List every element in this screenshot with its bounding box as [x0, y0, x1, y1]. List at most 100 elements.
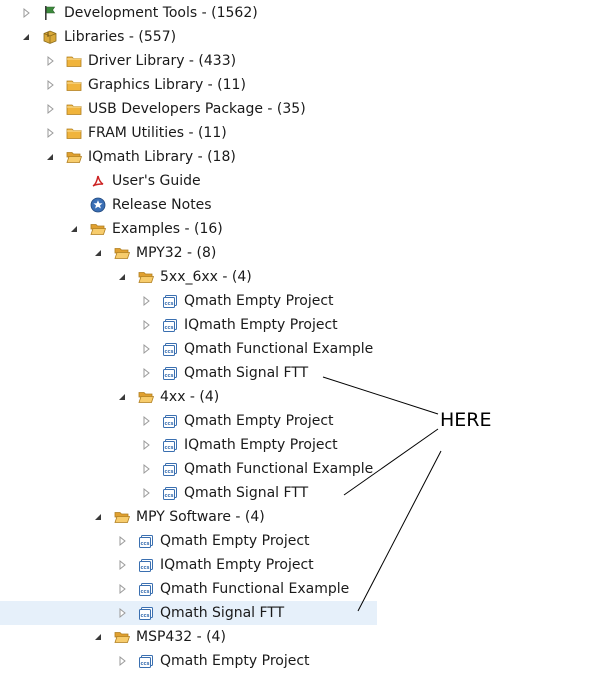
folder-icon — [66, 101, 82, 117]
tree-item-libraries-557[interactable]: Libraries - (557) — [0, 25, 600, 49]
expanded-arrow-icon[interactable] — [116, 271, 128, 283]
expanded-arrow-icon[interactable] — [20, 31, 32, 43]
collapsed-arrow-icon[interactable] — [116, 607, 128, 619]
tree-item-qmath-signal-ftt[interactable]: ccs Qmath Signal FTT — [0, 601, 377, 625]
tree-item-label: Qmath Signal FTT — [184, 485, 309, 501]
tree-item-label: 4xx - (4) — [160, 389, 220, 405]
package-icon — [42, 29, 58, 45]
tree-item-mpy-software-4[interactable]: MPY Software - (4) — [0, 505, 600, 529]
collapsed-arrow-icon[interactable] — [140, 439, 152, 451]
folder-open-icon — [138, 269, 154, 285]
tree-item-examples-16[interactable]: Examples - (16) — [0, 217, 600, 241]
tree-item-development-tools-1562[interactable]: Development Tools - (1562) — [0, 1, 600, 25]
collapsed-arrow-icon[interactable] — [116, 655, 128, 667]
collapsed-arrow-icon[interactable] — [44, 79, 56, 91]
tree-item-label: Driver Library - (433) — [88, 53, 237, 69]
folder-open-icon — [90, 221, 106, 237]
tree-item-iqmath-library-18[interactable]: IQmath Library - (18) — [0, 145, 600, 169]
folder-icon — [66, 53, 82, 69]
tree-item-qmath-empty-project[interactable]: ccs Qmath Empty Project — [0, 409, 600, 433]
tree-item-mpy32-8[interactable]: MPY32 - (8) — [0, 241, 600, 265]
folder-open-icon — [114, 509, 130, 525]
tree-item-qmath-signal-ftt[interactable]: ccs Qmath Signal FTT — [0, 481, 600, 505]
svg-text:ccs: ccs — [165, 445, 174, 451]
tree-item-4xx-4[interactable]: 4xx - (4) — [0, 385, 600, 409]
collapsed-arrow-icon[interactable] — [20, 7, 32, 19]
tree-item-fram-utilities-11[interactable]: FRAM Utilities - (11) — [0, 121, 600, 145]
collapsed-arrow-icon[interactable] — [140, 463, 152, 475]
folder-icon — [66, 125, 82, 141]
tree-item-label: FRAM Utilities - (11) — [88, 125, 227, 141]
svg-text:ccs: ccs — [141, 589, 150, 595]
tree-item-qmath-empty-project[interactable]: ccs Qmath Empty Project — [0, 289, 600, 313]
tree-item-label: MPY32 - (8) — [136, 245, 217, 261]
collapsed-arrow-icon[interactable] — [140, 415, 152, 427]
tree-item-qmath-empty-project[interactable]: ccs Qmath Empty Project — [0, 529, 600, 553]
expanded-arrow-icon[interactable] — [92, 247, 104, 259]
tree-item-label: Qmath Signal FTT — [160, 605, 285, 621]
ccs-project-icon: ccs — [138, 653, 154, 669]
tree-item-iqmath-empty-project[interactable]: ccs IQmath Empty Project — [0, 553, 600, 577]
tree-item-label: Qmath Empty Project — [184, 293, 334, 309]
svg-text:ccs: ccs — [165, 373, 174, 379]
collapsed-arrow-icon[interactable] — [140, 295, 152, 307]
tree-item-driver-library-433[interactable]: Driver Library - (433) — [0, 49, 600, 73]
tree-item-label: Development Tools - (1562) — [64, 5, 258, 21]
tree-item-iqmath-empty-project[interactable]: ccs IQmath Empty Project — [0, 313, 600, 337]
ccs-project-icon: ccs — [162, 437, 178, 453]
expanded-arrow-icon[interactable] — [92, 631, 104, 643]
tree-item-user-s-guide[interactable]: User's Guide — [0, 169, 600, 193]
svg-text:ccs: ccs — [141, 541, 150, 547]
collapsed-arrow-icon[interactable] — [140, 367, 152, 379]
svg-text:ccs: ccs — [141, 613, 150, 619]
collapsed-arrow-icon[interactable] — [140, 487, 152, 499]
tree-item-label: Qmath Empty Project — [160, 653, 310, 669]
tree-item-5xx-6xx-4[interactable]: 5xx_6xx - (4) — [0, 265, 600, 289]
collapsed-arrow-icon[interactable] — [116, 583, 128, 595]
collapsed-arrow-icon[interactable] — [140, 319, 152, 331]
collapsed-arrow-icon[interactable] — [44, 55, 56, 67]
svg-text:ccs: ccs — [165, 301, 174, 307]
tree-item-iqmath-empty-project[interactable]: ccs IQmath Empty Project — [0, 433, 600, 457]
collapsed-arrow-icon[interactable] — [44, 103, 56, 115]
ccs-project-icon: ccs — [138, 533, 154, 549]
tree-item-usb-developers-package-35[interactable]: USB Developers Package - (35) — [0, 97, 600, 121]
folder-icon — [66, 77, 82, 93]
ccs-project-icon: ccs — [162, 413, 178, 429]
ccs-project-icon: ccs — [162, 485, 178, 501]
tree-item-qmath-functional-example[interactable]: ccs Qmath Functional Example — [0, 337, 600, 361]
expanded-arrow-icon[interactable] — [92, 511, 104, 523]
tree-item-label: Examples - (16) — [112, 221, 223, 237]
tree-item-label: MSP432 - (4) — [136, 629, 226, 645]
svg-text:ccs: ccs — [141, 565, 150, 571]
collapsed-arrow-icon[interactable] — [116, 559, 128, 571]
tree-item-release-notes[interactable]: Release Notes — [0, 193, 600, 217]
expanded-arrow-icon[interactable] — [68, 223, 80, 235]
collapsed-arrow-icon[interactable] — [140, 343, 152, 355]
svg-text:ccs: ccs — [165, 421, 174, 427]
ccs-project-icon: ccs — [162, 341, 178, 357]
tree-item-qmath-signal-ftt[interactable]: ccs Qmath Signal FTT — [0, 361, 600, 385]
tree-item-label: Qmath Functional Example — [184, 341, 374, 357]
svg-text:ccs: ccs — [165, 325, 174, 331]
ccs-project-icon: ccs — [138, 581, 154, 597]
ccs-project-icon: ccs — [138, 557, 154, 573]
plugin-flag-icon — [42, 5, 58, 21]
tree-item-qmath-empty-project[interactable]: ccs Qmath Empty Project — [0, 649, 600, 673]
expanded-arrow-icon[interactable] — [116, 391, 128, 403]
tree-item-label: USB Developers Package - (35) — [88, 101, 306, 117]
tree-item-qmath-functional-example[interactable]: ccs Qmath Functional Example — [0, 577, 600, 601]
ccs-project-icon: ccs — [162, 461, 178, 477]
expanded-arrow-icon[interactable] — [44, 151, 56, 163]
folder-open-icon — [66, 149, 82, 165]
tree-item-graphics-library-11[interactable]: Graphics Library - (11) — [0, 73, 600, 97]
ccs-project-icon: ccs — [162, 293, 178, 309]
tree-item-label: Libraries - (557) — [64, 29, 177, 45]
tree-item-qmath-functional-example[interactable]: ccs Qmath Functional Example — [0, 457, 600, 481]
tree-item-msp432-4[interactable]: MSP432 - (4) — [0, 625, 600, 649]
ccs-project-icon: ccs — [162, 317, 178, 333]
ccs-project-icon: ccs — [162, 365, 178, 381]
tree-item-label: 5xx_6xx - (4) — [160, 269, 252, 285]
collapsed-arrow-icon[interactable] — [116, 535, 128, 547]
collapsed-arrow-icon[interactable] — [44, 127, 56, 139]
